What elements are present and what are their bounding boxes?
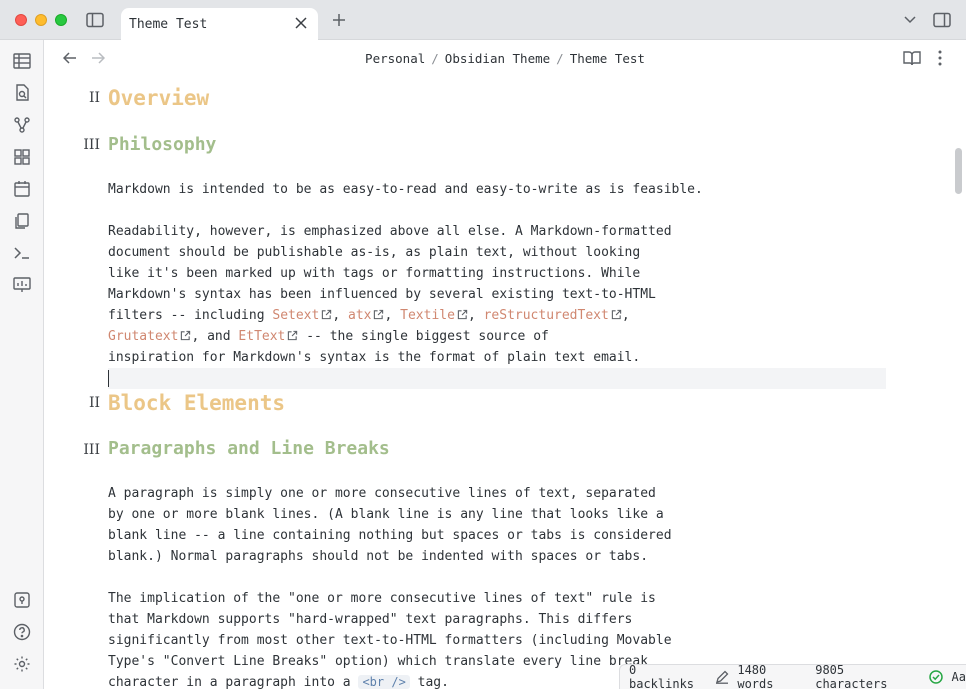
inline-code: <br /> [358, 675, 410, 689]
title-bar: Theme Test [0, 0, 966, 40]
text-line: blank line -- a line containing nothing … [108, 528, 672, 543]
text-line: inspiration for Markdown's syntax is the… [108, 350, 641, 365]
close-window-button[interactable] [15, 14, 27, 26]
close-icon[interactable] [292, 14, 310, 32]
external-link-icon [322, 309, 332, 320]
text-line: The implication of the "one or more cons… [108, 591, 656, 606]
external-link-icon [457, 309, 468, 320]
breadcrumb-theme-test[interactable]: Theme Test [570, 51, 645, 66]
link-ettext[interactable]: EtText [238, 329, 285, 344]
link-textile[interactable]: Textile [400, 308, 455, 323]
text-line: by one or more blank lines. (A blank lin… [108, 507, 664, 522]
dashboard-icon[interactable] [12, 147, 32, 167]
text-line: Markdown's syntax has been influenced by… [108, 287, 656, 302]
backlinks-count[interactable]: 0 backlinks [629, 663, 706, 689]
text-line: that Markdown supports "hard-wrapped" te… [108, 612, 633, 627]
paragraph: A paragraph is simply one or more consec… [108, 483, 728, 567]
text-cursor [108, 370, 109, 387]
right-sidebar-toggle-icon[interactable] [932, 10, 952, 30]
help-icon[interactable] [12, 622, 32, 642]
new-tab-icon[interactable] [329, 10, 349, 30]
text-line: significantly from most other text-to-HT… [108, 633, 672, 648]
text-line: like it's been marked up with tags or fo… [108, 266, 641, 281]
reading-view-icon[interactable] [902, 48, 922, 68]
text-fragment: -- the single biggest source of [298, 329, 549, 344]
maximize-window-button[interactable] [55, 14, 67, 26]
link-setext[interactable]: Setext [272, 308, 319, 323]
active-line[interactable] [108, 368, 886, 389]
breadcrumb-separator: / [556, 50, 564, 66]
heading-paragraphs-and-line-breaks: Paragraphs and Line Breaks [108, 438, 390, 459]
font-toggle[interactable]: Aa [952, 670, 966, 684]
chevron-down-icon[interactable] [900, 10, 920, 30]
tab-title: Theme Test [129, 16, 208, 32]
link-restructuredtext[interactable]: reStructuredText [484, 308, 609, 323]
text-line: Type's "Convert Line Breaks" option) whi… [108, 654, 649, 669]
text-line: document should be publishable as-is, as… [108, 245, 641, 260]
breadcrumb: Personal / Obsidian Theme / Theme Test [44, 40, 966, 76]
text-line: Readability, however, is emphasized abov… [108, 224, 672, 239]
pencil-icon[interactable] [714, 669, 729, 685]
heading-philosophy: Philosophy [108, 134, 217, 155]
tab-theme-test[interactable]: Theme Test [121, 8, 318, 40]
file-search-icon[interactable] [12, 83, 32, 103]
text-fragment: , and [191, 329, 239, 344]
heading-level-marker: II [88, 395, 100, 411]
character-count: 9805 characters [815, 663, 888, 689]
left-ribbon [0, 40, 44, 689]
editor-content[interactable]: II Overview III Philosophy Markdown is i… [44, 76, 949, 689]
paragraph: Readability, however, is emphasized abov… [108, 224, 672, 365]
graph-icon[interactable] [12, 115, 32, 135]
text-line: filters -- including [108, 308, 273, 323]
text-line: blank.) Normal paragraphs should not be … [108, 549, 649, 564]
status-bar: 0 backlinks 1480 words 9805 characters A… [619, 663, 966, 689]
sync-check-icon[interactable] [928, 669, 943, 685]
link-grutatext[interactable]: Grutatext [108, 329, 178, 344]
external-link-icon [374, 309, 384, 320]
vault-icon[interactable] [12, 590, 32, 610]
heading-overview: Overview [108, 86, 210, 110]
terminal-icon[interactable] [12, 243, 32, 263]
table-icon[interactable] [12, 51, 32, 71]
heading-level-marker: III [83, 442, 100, 458]
breadcrumb-obsidian-theme[interactable]: Obsidian Theme [445, 51, 550, 66]
presentation-icon[interactable] [12, 275, 32, 295]
sidebar-toggle-icon[interactable] [85, 10, 105, 30]
minimize-window-button[interactable] [35, 14, 47, 26]
heading-block-elements: Block Elements [108, 391, 286, 415]
heading-level-marker: III [83, 137, 100, 153]
breadcrumb-personal[interactable]: Personal [365, 51, 425, 66]
word-count: 1480 words [737, 663, 774, 689]
calendar-icon[interactable] [12, 179, 32, 199]
text-fragment: tag. [409, 675, 449, 689]
external-link-icon [181, 330, 191, 341]
external-link-icon [611, 309, 622, 320]
external-link-icon [288, 330, 298, 341]
text-line: A paragraph is simply one or more consec… [108, 486, 656, 501]
more-options-icon[interactable] [930, 48, 950, 68]
heading-level-marker: II [88, 90, 100, 106]
breadcrumb-separator: / [431, 50, 439, 66]
gear-icon[interactable] [12, 654, 32, 674]
scrollbar-thumb[interactable] [955, 148, 962, 194]
copy-icon[interactable] [12, 211, 32, 231]
paragraph: Markdown is intended to be as easy-to-re… [108, 182, 703, 197]
text-fragment: character in a paragraph into a [108, 675, 359, 689]
link-atx[interactable]: atx [348, 308, 371, 323]
view-header: Personal / Obsidian Theme / Theme Test [44, 40, 966, 76]
